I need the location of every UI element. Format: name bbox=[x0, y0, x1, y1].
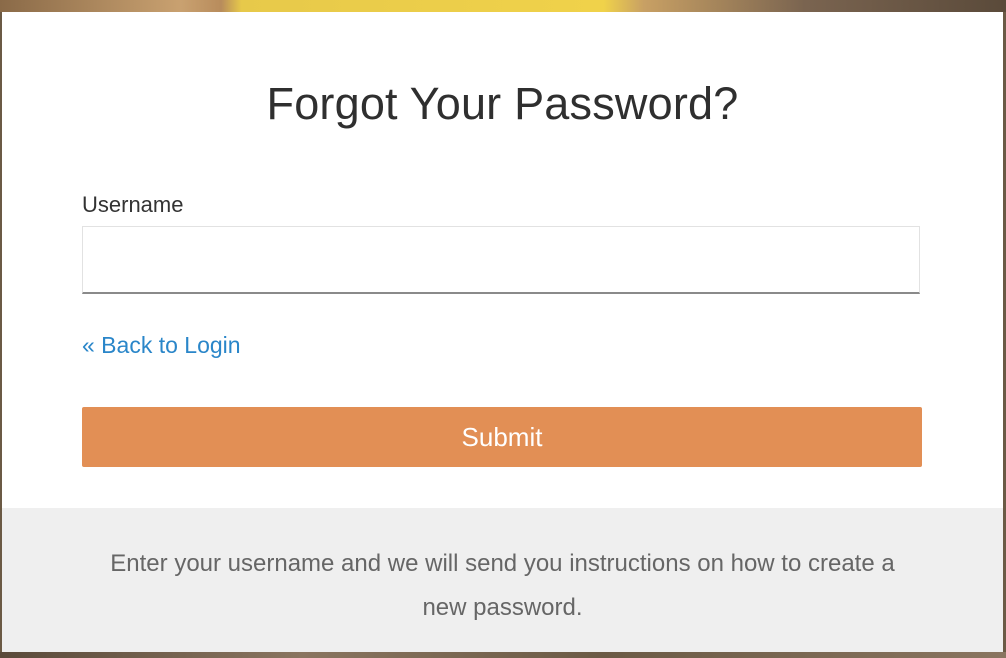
forgot-password-modal: Forgot Your Password? Username « Back to… bbox=[2, 12, 1003, 652]
instructions-panel: Enter your username and we will send you… bbox=[2, 508, 1003, 652]
username-input[interactable] bbox=[82, 226, 920, 294]
background-image-bottom bbox=[0, 652, 1006, 658]
page-title: Forgot Your Password? bbox=[266, 78, 739, 129]
instructions-text: Enter your username and we will send you… bbox=[110, 550, 895, 621]
background-image-top bbox=[0, 0, 1006, 12]
submit-button[interactable]: Submit bbox=[82, 407, 922, 467]
back-to-login-link[interactable]: « Back to Login bbox=[82, 332, 241, 359]
username-label: Username bbox=[82, 192, 184, 217]
